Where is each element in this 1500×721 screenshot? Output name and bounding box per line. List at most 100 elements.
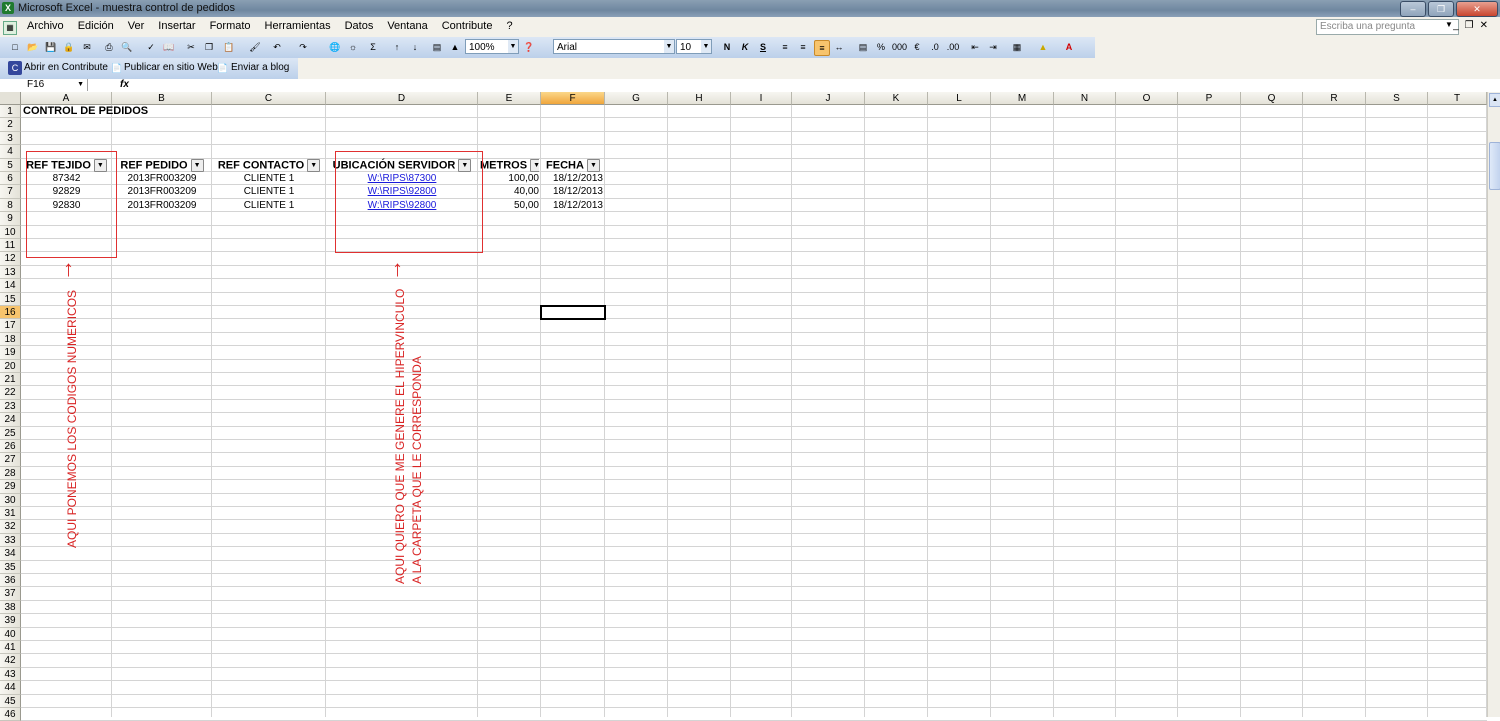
column-header[interactable]: R xyxy=(1303,92,1366,105)
column-header[interactable]: M xyxy=(991,92,1054,105)
row-header[interactable]: 11 xyxy=(0,239,21,253)
table-cell[interactable]: CLIENTE 1 xyxy=(214,199,324,212)
copy-icon[interactable]: ❐ xyxy=(202,40,216,54)
publish-website-button[interactable]: Publicar en sitio Web xyxy=(124,62,218,73)
row-header[interactable]: 39 xyxy=(0,614,21,628)
font-color-icon[interactable]: A xyxy=(1062,40,1076,54)
restore-button[interactable]: ❐ xyxy=(1428,1,1454,17)
row-header[interactable]: 34 xyxy=(0,547,21,561)
align-center-icon[interactable]: ≡ xyxy=(796,40,810,54)
workbook-icon[interactable]: ▦ xyxy=(3,21,17,35)
row-header[interactable]: 10 xyxy=(0,225,21,239)
row-header[interactable]: 42 xyxy=(0,654,21,668)
row-header[interactable]: 30 xyxy=(0,493,21,507)
undo-icon[interactable]: ↶ xyxy=(270,40,284,54)
row-header[interactable]: 17 xyxy=(0,319,21,333)
menu-item[interactable]: ? xyxy=(499,20,519,32)
decrease-indent-icon[interactable]: ⇤ xyxy=(968,40,982,54)
row-header[interactable]: 24 xyxy=(0,413,21,427)
row-header[interactable]: 21 xyxy=(0,373,21,387)
research-icon[interactable]: 📖 xyxy=(162,40,176,54)
function-icon[interactable]: fx xyxy=(120,79,129,91)
table-cell[interactable]: 18/12/2013 xyxy=(543,199,603,212)
autofilter-dropdown-icon[interactable]: ▼ xyxy=(586,158,600,172)
chevron-down-icon[interactable]: ▼ xyxy=(1445,20,1453,29)
workbook-window-controls[interactable]: _❐✕ xyxy=(1453,20,1494,31)
new-document-icon[interactable]: □ xyxy=(8,40,22,54)
row-header[interactable]: 12 xyxy=(0,252,21,266)
row-header[interactable]: 18 xyxy=(0,332,21,347)
row-header[interactable]: 15 xyxy=(0,292,21,306)
name-box[interactable]: F16 ▼ xyxy=(0,79,88,91)
scroll-up-icon[interactable]: ▲ xyxy=(1489,93,1500,107)
row-header[interactable]: 25 xyxy=(0,426,21,440)
active-cell-selection[interactable] xyxy=(540,305,606,321)
bold-icon[interactable]: N xyxy=(720,40,734,54)
column-header[interactable]: D xyxy=(326,92,478,105)
row-header[interactable]: 5 xyxy=(0,158,21,172)
row-header[interactable]: 14 xyxy=(0,279,21,293)
redo-icon[interactable]: ↷ xyxy=(296,40,310,54)
column-header[interactable]: C xyxy=(212,92,326,105)
print-preview-icon[interactable]: 🔍 xyxy=(120,40,134,54)
ask-question-input[interactable]: Escriba una pregunta xyxy=(1316,19,1459,35)
close-button[interactable]: ✕ xyxy=(1456,1,1498,17)
table-cell[interactable]: 40,00 xyxy=(480,185,539,198)
column-header[interactable]: Q xyxy=(1241,92,1303,105)
permission-icon[interactable]: 🔒 xyxy=(62,40,76,54)
scrollbar-thumb[interactable] xyxy=(1489,142,1500,190)
row-header[interactable]: 1 xyxy=(0,105,21,119)
column-header[interactable]: B xyxy=(112,92,212,105)
table-header-cell[interactable]: REF PEDIDO ▼ xyxy=(114,158,210,172)
currency-icon[interactable]: ▤ xyxy=(856,40,870,54)
decrease-decimal-icon[interactable]: .00 xyxy=(946,40,960,54)
sheet-title-cell[interactable]: CONTROL DE PEDIDOS xyxy=(23,105,223,118)
row-header[interactable]: 41 xyxy=(0,641,21,655)
fill-color-icon[interactable]: ▲ xyxy=(1036,40,1050,54)
percent-icon[interactable]: % xyxy=(874,40,888,54)
row-header[interactable]: 29 xyxy=(0,480,21,494)
borders-icon[interactable]: ▦ xyxy=(1010,40,1024,54)
font-select[interactable]: Arial ▼ xyxy=(553,39,675,54)
column-header[interactable]: P xyxy=(1178,92,1241,105)
save-icon[interactable]: 💾 xyxy=(44,40,58,54)
autofilter-dropdown-icon[interactable]: ▼ xyxy=(307,158,321,172)
column-header[interactable]: N xyxy=(1054,92,1116,105)
menu-item[interactable]: Formato xyxy=(203,20,258,32)
cut-icon[interactable]: ✂ xyxy=(184,40,198,54)
row-header[interactable]: 9 xyxy=(0,212,21,226)
menu-item[interactable]: Contribute xyxy=(435,20,500,32)
merge-center-icon[interactable]: ↔ xyxy=(832,40,846,54)
row-header[interactable]: 20 xyxy=(0,359,21,373)
paste-icon[interactable]: 📋 xyxy=(222,40,236,54)
table-cell[interactable]: CLIENTE 1 xyxy=(214,172,324,185)
row-header[interactable]: 22 xyxy=(0,386,21,400)
chart-wizard-icon[interactable]: ▤ xyxy=(430,40,444,54)
open-in-contribute-button[interactable]: Abrir en Contribute xyxy=(24,62,108,73)
table-cell[interactable]: 18/12/2013 xyxy=(543,172,603,185)
select-all-corner[interactable] xyxy=(0,92,21,105)
increase-decimal-icon[interactable]: .0 xyxy=(928,40,942,54)
row-header[interactable]: 16 xyxy=(0,306,21,320)
table-cell[interactable]: CLIENTE 1 xyxy=(214,185,324,198)
row-header[interactable]: 35 xyxy=(0,560,21,574)
table-cell[interactable]: 100,00 xyxy=(480,172,539,185)
row-header[interactable]: 44 xyxy=(0,681,21,695)
row-header[interactable]: 40 xyxy=(0,627,21,641)
align-right-icon[interactable]: ≡ xyxy=(814,40,830,56)
underline-icon[interactable]: S xyxy=(756,40,770,54)
row-header[interactable]: 4 xyxy=(0,145,21,159)
row-header[interactable]: 46 xyxy=(0,708,21,721)
drawing-icon[interactable]: ▲ xyxy=(448,40,462,54)
hyperlink-icon[interactable]: 🌐 xyxy=(328,40,342,54)
italic-icon[interactable]: K xyxy=(738,40,752,54)
thousands-icon[interactable]: 000 xyxy=(892,40,907,54)
row-header[interactable]: 32 xyxy=(0,520,21,534)
autofilter-dropdown-icon[interactable]: ▼ xyxy=(190,158,204,172)
row-header[interactable]: 31 xyxy=(0,507,21,521)
menu-item[interactable]: Ventana xyxy=(380,20,434,32)
row-header[interactable]: 26 xyxy=(0,440,21,454)
align-left-icon[interactable]: ≡ xyxy=(778,40,792,54)
row-header[interactable]: 13 xyxy=(0,265,21,280)
table-header-cell[interactable]: REF CONTACTO ▼ xyxy=(214,158,324,172)
